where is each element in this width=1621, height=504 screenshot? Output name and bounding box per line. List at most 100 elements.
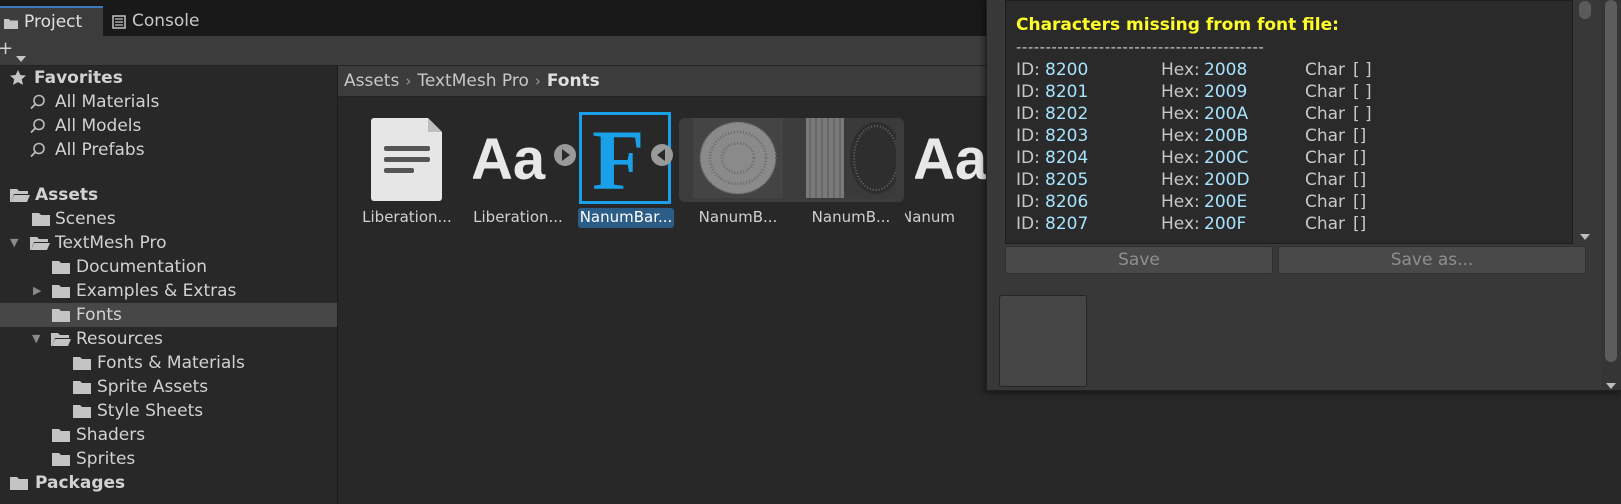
breadcrumb-separator-icon: › bbox=[534, 72, 541, 90]
folder-icon bbox=[4, 15, 18, 29]
font-asset-creator-window: Characters missing from font file: -----… bbox=[986, 0, 1621, 391]
char-value: [] bbox=[1353, 214, 1367, 234]
project-toolbar: + bbox=[0, 36, 990, 66]
save-as-button[interactable]: Save as... bbox=[1278, 246, 1586, 274]
expanded-arrow-icon[interactable]: ▼ bbox=[10, 237, 22, 249]
tree-item-documentation[interactable]: Documentation bbox=[0, 255, 337, 279]
report-row: ID: 8201 Hex: 2009 Char [ ] bbox=[1016, 82, 1556, 104]
hex-value: 200F bbox=[1204, 214, 1247, 234]
report-row: ID: 8206 Hex: 200E Char [] bbox=[1016, 192, 1556, 214]
asset-tile[interactable]: NanumB... bbox=[683, 114, 793, 230]
id-value: 8207 bbox=[1045, 214, 1089, 234]
window-scrollbar[interactable] bbox=[1601, 0, 1621, 390]
chevron-down-icon bbox=[16, 47, 26, 67]
tab-label: Console bbox=[132, 11, 200, 31]
tree-item-label: Fonts bbox=[76, 305, 122, 325]
id-value: 8200 bbox=[1045, 60, 1089, 80]
char-value: [] bbox=[1353, 148, 1367, 168]
tree-item-label: Resources bbox=[76, 329, 163, 349]
id-label: ID: bbox=[1016, 104, 1040, 124]
breadcrumb-assets[interactable]: Assets bbox=[344, 71, 399, 91]
tree-item-packages[interactable]: Packages bbox=[0, 471, 337, 495]
font-aa-icon: Aa bbox=[913, 114, 990, 204]
tab-console[interactable]: Console bbox=[108, 6, 228, 36]
folder-open-icon bbox=[10, 187, 30, 203]
char-label: Char bbox=[1305, 126, 1346, 146]
favorite-all-materials[interactable]: All Materials bbox=[0, 90, 337, 114]
missing-characters-report[interactable]: Characters missing from font file: -----… bbox=[1005, 0, 1591, 244]
hex-label: Hex: bbox=[1161, 126, 1200, 146]
tree-item-fonts[interactable]: Fonts bbox=[0, 303, 337, 327]
svg-text:F: F bbox=[592, 115, 645, 201]
asset-tile[interactable]: Liberation... bbox=[352, 114, 462, 230]
folder-icon bbox=[73, 379, 93, 395]
breadcrumb-fonts[interactable]: Fonts bbox=[547, 71, 600, 91]
asset-name: NanumB... bbox=[698, 208, 778, 226]
report-row: ID: 8202 Hex: 200A Char [ ] bbox=[1016, 104, 1556, 126]
scroll-down-arrow-icon[interactable] bbox=[1580, 225, 1590, 244]
collapsed-arrow-icon[interactable]: ▶ bbox=[33, 285, 45, 297]
hex-value: 200C bbox=[1204, 148, 1249, 168]
tree-item-label: Assets bbox=[35, 185, 99, 205]
id-label: ID: bbox=[1016, 82, 1040, 102]
folder-icon bbox=[73, 355, 93, 371]
scrollbar-thumb[interactable] bbox=[1579, 1, 1591, 19]
id-label: ID: bbox=[1016, 126, 1040, 146]
tree-item-sprites[interactable]: Sprites bbox=[0, 447, 337, 471]
id-label: ID: bbox=[1016, 214, 1040, 234]
save-button[interactable]: Save bbox=[1005, 246, 1273, 274]
add-button[interactable]: + bbox=[0, 39, 30, 62]
tree-item-fonts-materials[interactable]: Fonts & Materials bbox=[0, 351, 337, 375]
collapse-sub-assets-icon[interactable] bbox=[650, 143, 674, 171]
console-icon bbox=[112, 14, 126, 29]
asset-tile-selected[interactable]: F NanumBar... bbox=[570, 112, 680, 230]
tree-item-label: All Prefabs bbox=[55, 140, 145, 160]
report-scrollbar[interactable] bbox=[1578, 1, 1592, 243]
report-heading: Characters missing from font file: bbox=[1016, 15, 1339, 35]
tree-item-label: Sprites bbox=[76, 449, 136, 469]
tree-item-style-sheets[interactable]: Style Sheets bbox=[0, 399, 337, 423]
asset-tile[interactable]: Aa Liberation... bbox=[463, 114, 576, 230]
hex-label: Hex: bbox=[1161, 170, 1200, 190]
scroll-down-arrow-icon[interactable] bbox=[1606, 374, 1616, 393]
report-row: ID: 8200 Hex: 2008 Char [ ] bbox=[1016, 60, 1556, 82]
tree-item-label: Examples & Extras bbox=[76, 281, 237, 301]
asset-tile[interactable]: NanumB... bbox=[796, 114, 906, 230]
tree-item-assets[interactable]: Assets bbox=[0, 183, 337, 207]
tree-item-label: Documentation bbox=[76, 257, 208, 277]
breadcrumb-separator-icon: › bbox=[405, 72, 412, 90]
tree-item-shaders[interactable]: Shaders bbox=[0, 423, 337, 447]
tab-bar: Project Console bbox=[0, 0, 990, 36]
tree-item-resources[interactable]: ▼ Resources bbox=[0, 327, 337, 351]
tree-item-label: TextMesh Pro bbox=[55, 233, 167, 253]
favorite-all-prefabs[interactable]: All Prefabs bbox=[0, 138, 337, 162]
asset-name: Nanum bbox=[905, 208, 956, 226]
window-scrollbar-thumb[interactable] bbox=[1605, 0, 1617, 362]
favorites-header[interactable]: Favorites bbox=[0, 66, 337, 90]
tree-item-label: All Materials bbox=[55, 92, 160, 112]
char-value: [ ] bbox=[1353, 82, 1372, 102]
font-aa-icon: Aa bbox=[471, 114, 563, 204]
tree-item-label: Shaders bbox=[76, 425, 146, 445]
expanded-arrow-icon[interactable]: ▼ bbox=[32, 333, 44, 345]
asset-tile[interactable]: Aa Nanum bbox=[905, 114, 990, 230]
tree-item-label: Packages bbox=[35, 473, 126, 493]
tab-project[interactable]: Project bbox=[0, 6, 103, 36]
tree-item-textmesh-pro[interactable]: ▼ TextMesh Pro bbox=[0, 231, 337, 255]
favorite-all-models[interactable]: All Models bbox=[0, 114, 337, 138]
char-value: [ ] bbox=[1353, 60, 1372, 80]
tree-item-label: Sprite Assets bbox=[97, 377, 209, 397]
tree-item-sprite-assets[interactable]: Sprite Assets bbox=[0, 375, 337, 399]
id-label: ID: bbox=[1016, 170, 1040, 190]
report-divider: ----------------------------------------… bbox=[1016, 38, 1265, 56]
char-value: [] bbox=[1353, 192, 1367, 212]
report-row: ID: 8205 Hex: 200D Char [] bbox=[1016, 170, 1556, 192]
report-row: ID: 8203 Hex: 200B Char [] bbox=[1016, 126, 1556, 148]
tree-item-scenes[interactable]: Scenes bbox=[0, 207, 337, 231]
breadcrumb-textmesh-pro[interactable]: TextMesh Pro bbox=[417, 71, 529, 91]
hex-value: 2008 bbox=[1204, 60, 1248, 80]
atlas-texture bbox=[693, 118, 783, 198]
tree-item-examples-extras[interactable]: ▶ Examples & Extras bbox=[0, 279, 337, 303]
hex-label: Hex: bbox=[1161, 192, 1200, 212]
hex-label: Hex: bbox=[1161, 82, 1200, 102]
